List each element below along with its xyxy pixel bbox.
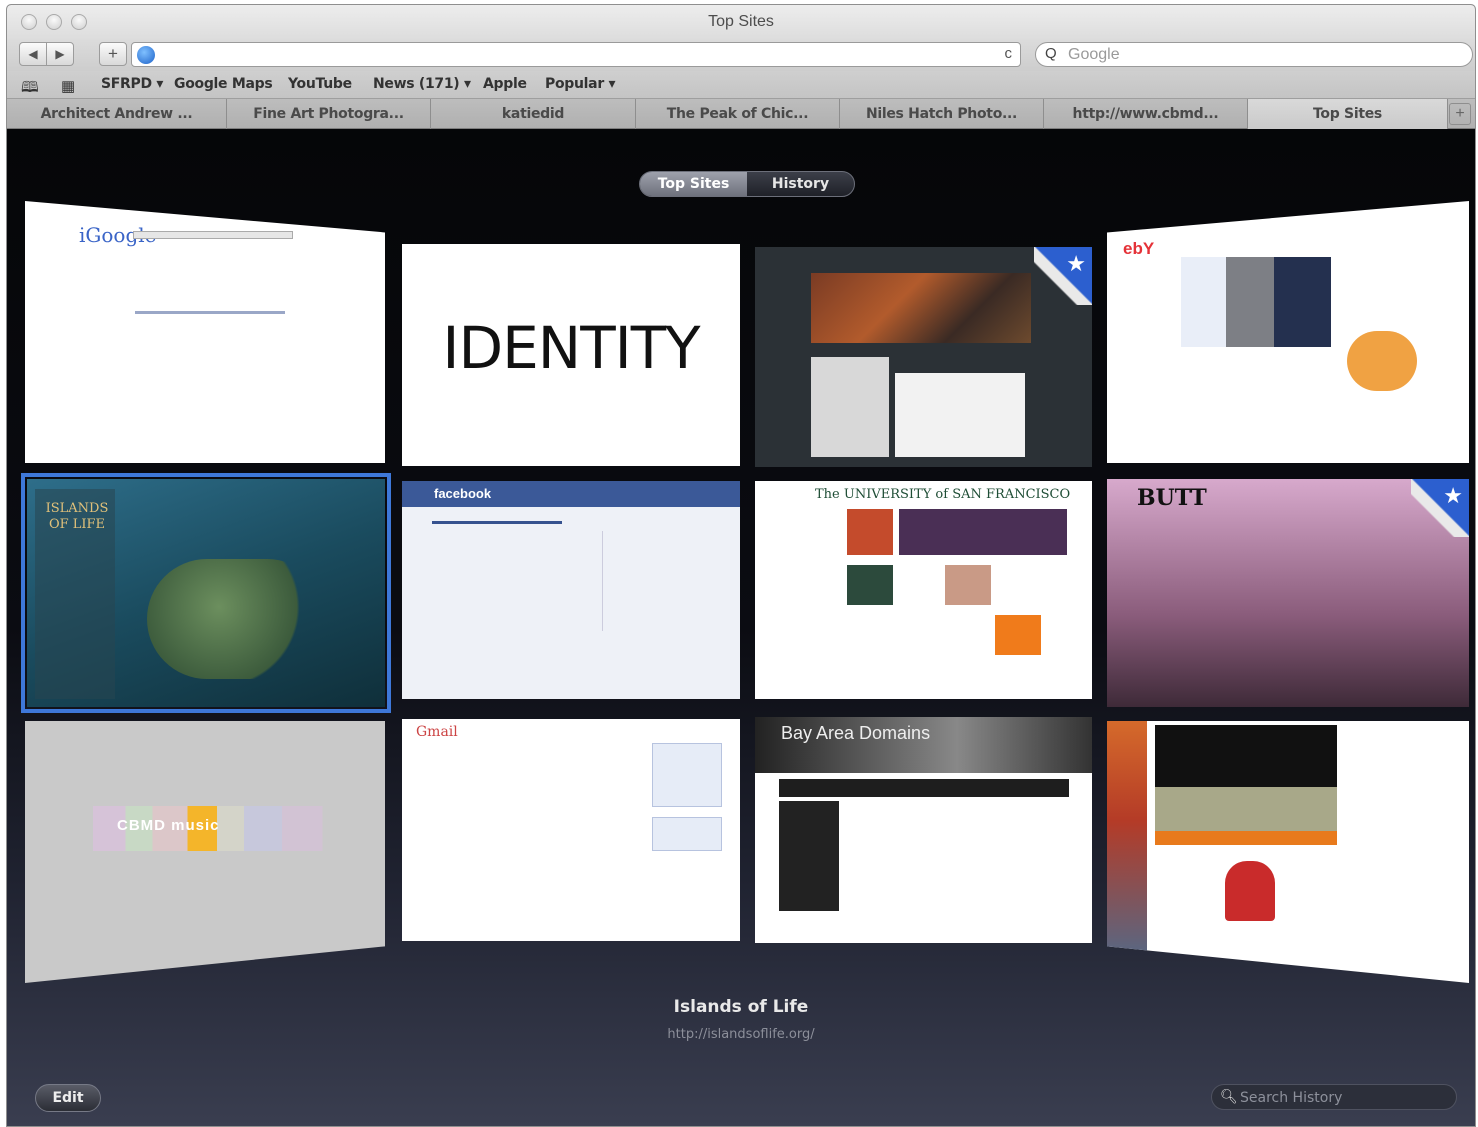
address-bar[interactable]: c <box>131 42 1021 67</box>
thumbnail-bay-area-domains[interactable]: Bay Area Domains <box>755 717 1092 943</box>
bookmarks-bar: 🕮 ▦ SFRPD ▾ Google Maps YouTube News (17… <box>7 71 1475 99</box>
search-field[interactable]: Q Google <box>1035 42 1473 67</box>
thumbnail-butt[interactable]: BUTT ★ <box>1107 479 1469 707</box>
bookmark-youtube[interactable]: YouTube <box>288 76 352 92</box>
search-icon: Q <box>1045 45 1057 62</box>
bookmark-apple[interactable]: Apple <box>483 76 527 92</box>
bookmark-google-maps[interactable]: Google Maps <box>174 76 273 92</box>
ebay-logo: ebY <box>1123 239 1155 258</box>
add-bookmark-button[interactable]: + <box>99 42 127 66</box>
selected-site-title: Islands of Life <box>673 997 809 1017</box>
search-icon: 🔍︎ <box>1220 1088 1238 1104</box>
forward-arrow-icon: ▶ <box>55 47 65 61</box>
top-sites-segment[interactable]: Top Sites <box>640 172 747 196</box>
pinned-star-corner-2: ★ <box>1411 479 1469 537</box>
toolbar: ◀ ▶ + c Q Google <box>7 39 1475 71</box>
thumbnail-gmail[interactable]: Gmail <box>402 719 740 941</box>
thumbnail-queen-chic[interactable]: ★ <box>755 247 1092 467</box>
thumbnail-cbmd-music[interactable]: CBMD music <box>25 721 385 983</box>
butt-logo: BUTT <box>1137 485 1207 511</box>
islands-of-life-logo: ISLANDS OF LIFE <box>45 501 109 532</box>
tab-top-sites[interactable]: Top Sites <box>1248 99 1448 129</box>
usf-title: The UNIVERSITY of SAN FRANCISCO <box>815 487 1071 502</box>
reload-icon[interactable]: c <box>1005 45 1013 62</box>
globe-icon <box>137 46 155 64</box>
tab-niles-hatch-photo[interactable]: Niles Hatch Photo... <box>840 99 1044 129</box>
identity-heading: IDENTITY <box>442 314 700 382</box>
bookmark-popular[interactable]: Popular ▾ <box>545 76 616 92</box>
tab-peak-of-chic[interactable]: The Peak of Chic... <box>636 99 840 129</box>
cbmd-music-logo: CBMD music <box>117 817 220 834</box>
thumbnail-ebay[interactable]: ebY <box>1107 201 1469 463</box>
title-bar: Top Sites <box>7 5 1475 41</box>
grid-icon[interactable]: ▦ <box>61 77 75 95</box>
forward-button[interactable]: ▶ <box>46 42 74 66</box>
tab-cbmd[interactable]: http://www.cbmd... <box>1044 99 1248 129</box>
bay-area-domains-logo: Bay Area Domains <box>781 723 931 743</box>
top-sites-view: Top Sites History iGoogle IDENTITY ★ ebY… <box>7 129 1475 1126</box>
window-title: Top Sites <box>708 13 774 30</box>
tab-katiedid[interactable]: katiedid <box>431 99 636 129</box>
tab-architect-andrew[interactable]: Architect Andrew ... <box>7 99 227 129</box>
thumbnail-architecture[interactable] <box>1107 721 1469 983</box>
back-arrow-icon: ◀ <box>28 47 38 61</box>
bookmark-news[interactable]: News (171) ▾ <box>373 76 471 92</box>
tab-fine-art-photography[interactable]: Fine Art Photogra... <box>227 99 431 129</box>
gmail-logo: Gmail <box>416 724 458 740</box>
search-history-field[interactable]: 🔍︎ Search History <box>1211 1084 1457 1110</box>
safari-window: Top Sites ◀ ▶ + c Q Google 🕮 ▦ SFRPD ▾ G… <box>6 4 1476 1127</box>
thumbnail-identity[interactable]: IDENTITY <box>402 244 740 466</box>
back-button[interactable]: ◀ <box>19 42 47 66</box>
facebook-logo: facebook <box>434 486 492 501</box>
star-icon: ★ <box>1066 251 1086 276</box>
thumbnail-islands-of-life[interactable]: ISLANDS OF LIFE <box>21 473 391 713</box>
selected-site-url: http://islandsoflife.org/ <box>667 1027 815 1042</box>
star-icon: ★ <box>1443 483 1463 508</box>
thumbnail-usf[interactable]: The UNIVERSITY of SAN FRANCISCO <box>755 481 1092 699</box>
thumbnail-facebook[interactable]: facebook <box>402 481 740 699</box>
new-tab-button[interactable]: + <box>1449 103 1471 125</box>
thumbnail-igoogle[interactable]: iGoogle <box>25 201 385 463</box>
search-placeholder: Google <box>1068 46 1120 63</box>
bookmark-sfrpd[interactable]: SFRPD ▾ <box>101 76 163 92</box>
search-history-placeholder: Search History <box>1240 1090 1343 1106</box>
history-segment[interactable]: History <box>747 172 854 196</box>
pinned-star-corner: ★ <box>1034 247 1092 305</box>
tab-bar: Architect Andrew ... Fine Art Photogra..… <box>7 99 1475 129</box>
top-sites-history-toggle: Top Sites History <box>639 171 855 197</box>
edit-button[interactable]: Edit <box>35 1084 101 1112</box>
